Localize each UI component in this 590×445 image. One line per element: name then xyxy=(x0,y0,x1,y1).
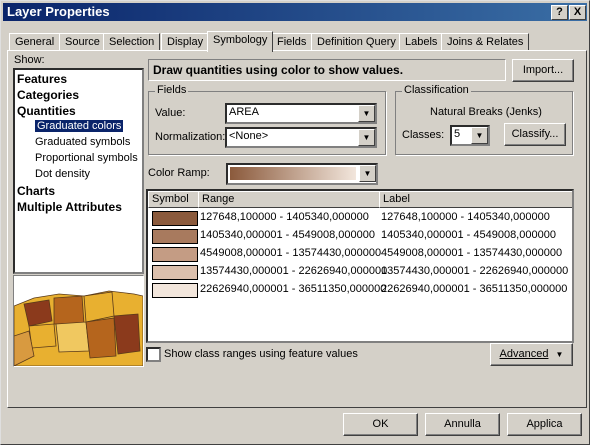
cancel-button[interactable]: Annulla xyxy=(425,413,500,436)
fields-group-label: Fields xyxy=(155,84,189,96)
show-item-graduated-symbols[interactable]: Graduated symbols xyxy=(35,136,130,148)
classes-dropdown[interactable]: 5 ▼ xyxy=(450,125,490,146)
symbol-swatch[interactable] xyxy=(152,229,198,244)
show-label: Show: xyxy=(14,54,45,66)
normalization-dropdown[interactable]: <None> ▼ xyxy=(225,127,377,148)
classification-group: Classification Natural Breaks (Jenks) Cl… xyxy=(395,84,573,155)
show-ranges-checkbox[interactable] xyxy=(146,347,161,362)
classify-button[interactable]: Classify... xyxy=(504,123,566,146)
label-cell[interactable]: 1405340,000001 - 4549008,000000 xyxy=(381,229,556,241)
range-cell: 4549008,000001 - 13574430,000000 xyxy=(200,247,382,259)
tab-definition-query[interactable]: Definition Query xyxy=(311,33,402,51)
range-cell: 13574430,000001 - 22626940,000000 xyxy=(200,265,388,277)
tab-display[interactable]: Display xyxy=(161,33,210,51)
description-box: Draw quantities using color to show valu… xyxy=(148,59,506,81)
classes-label: Classes: xyxy=(402,129,445,141)
class-table: Symbol Range Label 127648,100000 - 14053… xyxy=(146,189,574,343)
chevron-down-icon[interactable]: ▼ xyxy=(359,165,376,182)
value-dropdown[interactable]: AREA ▼ xyxy=(225,103,377,124)
chevron-down-icon[interactable]: ▼ xyxy=(471,127,488,144)
tab-selection[interactable]: Selection xyxy=(103,33,161,51)
title-bar: Layer Properties ? X xyxy=(3,3,587,21)
show-item-features[interactable]: Features xyxy=(17,72,67,86)
close-button[interactable]: X xyxy=(569,5,586,20)
range-cell: 22626940,000001 - 36511350,000000 xyxy=(200,283,387,295)
symbol-swatch[interactable] xyxy=(152,211,198,226)
show-item-charts[interactable]: Charts xyxy=(17,184,55,198)
ok-button[interactable]: OK xyxy=(343,413,418,436)
symbol-swatch[interactable] xyxy=(152,283,198,298)
table-row[interactable]: 127648,100000 - 1405340,000000 127648,100… xyxy=(148,209,568,227)
color-ramp-dropdown[interactable]: ▼ xyxy=(226,163,378,185)
apply-button[interactable]: Applica xyxy=(507,413,582,436)
advanced-button[interactable]: Advanced ▼ xyxy=(490,343,573,366)
tab-fields[interactable]: Fields xyxy=(271,33,313,51)
normalization-label: Normalization: xyxy=(155,131,226,143)
tab-source[interactable]: Source xyxy=(59,33,106,51)
class-rows: 127648,100000 - 1405340,000000 127648,100… xyxy=(148,209,568,339)
symbol-swatch[interactable] xyxy=(152,265,198,280)
range-column-header[interactable]: Range xyxy=(198,191,380,208)
show-item-multiple-attributes[interactable]: Multiple Attributes xyxy=(17,200,122,214)
classification-method: Natural Breaks (Jenks) xyxy=(430,106,542,118)
show-item-dot-density[interactable]: Dot density xyxy=(35,168,90,180)
fields-group: Fields Value: AREA ▼ Normalization: <Non… xyxy=(148,84,386,155)
show-ranges-label: Show class ranges using feature values xyxy=(164,348,358,360)
normalization-selected: <None> xyxy=(229,130,269,142)
tab-symbology[interactable]: Symbology xyxy=(207,31,274,52)
value-label: Value: xyxy=(155,107,186,119)
description-text: Draw quantities using color to show valu… xyxy=(153,63,404,77)
symbology-panel: Show: Features Categories Quantities Gradua… xyxy=(7,50,587,408)
show-item-quantities[interactable]: Quantities xyxy=(17,104,76,118)
tab-joins-relates[interactable]: Joins & Relates xyxy=(441,33,530,51)
show-item-proportional-symbols[interactable]: Proportional symbols xyxy=(35,152,138,164)
preview-map xyxy=(13,275,144,367)
advanced-label: Advanced xyxy=(499,348,549,360)
label-cell[interactable]: 22626940,000001 - 36511350,000000 xyxy=(381,283,567,295)
label-cell[interactable]: 13574430,000001 - 22626940,000000 xyxy=(381,265,568,277)
label-cell[interactable]: 4549008,000001 - 13574430,000000 xyxy=(381,247,562,259)
chevron-down-icon: ▼ xyxy=(555,350,564,359)
table-row[interactable]: 13574430,000001 - 22626940,000000 1357443… xyxy=(148,263,568,281)
symbol-swatch[interactable] xyxy=(152,247,198,262)
show-item-categories[interactable]: Categories xyxy=(17,88,79,102)
table-row[interactable]: 4549008,000001 - 13574430,000000 4549008,… xyxy=(148,245,568,263)
help-button[interactable]: ? xyxy=(551,5,568,20)
layer-properties-dialog: Layer Properties ? X General Source Select… xyxy=(0,0,590,445)
color-ramp-label: Color Ramp: xyxy=(148,167,210,179)
label-cell[interactable]: 127648,100000 - 1405340,000000 xyxy=(381,211,550,223)
tab-labels[interactable]: Labels xyxy=(399,33,444,51)
table-row[interactable]: 22626940,000001 - 36511350,000000 2262694… xyxy=(148,281,568,299)
symbol-column-header[interactable]: Symbol xyxy=(148,191,200,208)
show-list: Features Categories Quantities Graduated co… xyxy=(13,68,144,274)
import-button[interactable]: Import... xyxy=(512,59,574,82)
classification-group-label: Classification xyxy=(402,84,471,96)
label-column-header[interactable]: Label xyxy=(379,191,572,208)
classes-selected: 5 xyxy=(454,128,461,140)
chevron-down-icon[interactable]: ▼ xyxy=(358,129,375,146)
range-cell: 1405340,000001 - 4549008,000000 xyxy=(200,229,375,241)
range-cell: 127648,100000 - 1405340,000000 xyxy=(200,211,369,223)
window-title: Layer Properties xyxy=(7,4,110,19)
table-row[interactable]: 1405340,000001 - 4549008,000000 1405340,0… xyxy=(148,227,568,245)
color-ramp-preview xyxy=(230,167,356,180)
show-item-graduated-colors[interactable]: Graduated colors xyxy=(35,120,124,132)
value-selected: AREA xyxy=(229,106,259,118)
chevron-down-icon[interactable]: ▼ xyxy=(358,105,375,122)
tab-general[interactable]: General xyxy=(9,33,61,51)
